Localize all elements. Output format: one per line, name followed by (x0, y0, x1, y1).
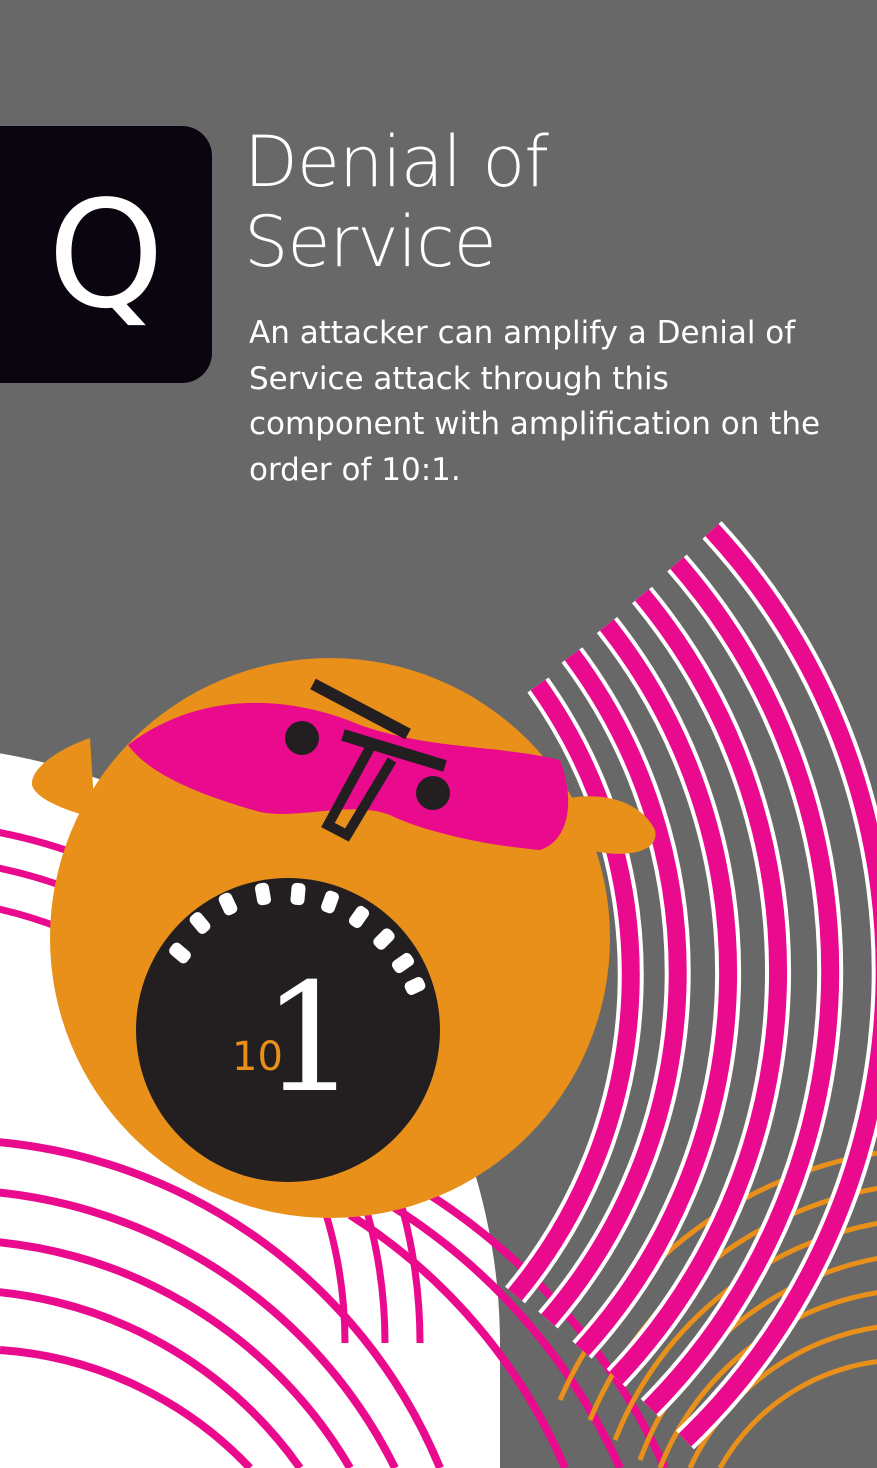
threat-description: An attacker can amplify a Denial of Serv… (249, 315, 821, 488)
threat-card: 10 1 Q Denial of Service An attacker can… (0, 0, 877, 1468)
card-title-line-1: Denial of (244, 121, 549, 203)
ratio-big-number: 1 (262, 952, 357, 1126)
rank-letter: Q (47, 168, 165, 341)
card-title-line-2: Service (244, 201, 497, 283)
card-title: Denial of Service (244, 122, 844, 282)
rank-badge: Q (0, 126, 212, 383)
